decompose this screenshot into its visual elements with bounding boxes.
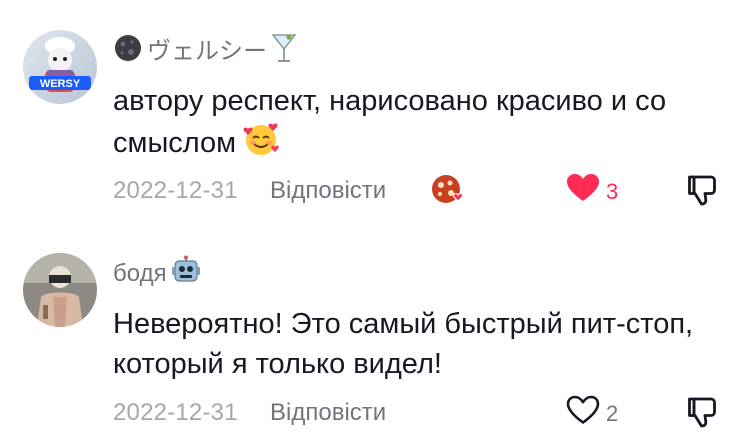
comment-item: бодя Невероятно! Это самый быстрый пит-с… — [0, 220, 750, 441]
like-button[interactable]: 3 — [566, 173, 618, 210]
cocktail-icon — [271, 32, 297, 72]
comment-item: WERSY ヴェルシー автору респект, нарисовано к… — [0, 0, 750, 220]
smiling-face-with-hearts-icon — [242, 121, 280, 168]
heart-outline-icon — [566, 395, 600, 432]
thumbs-down-icon — [685, 175, 719, 213]
like-count: 3 — [606, 178, 619, 204]
dislike-button[interactable] — [685, 173, 719, 214]
comment-text-content: автору респект, нарисовано красиво и со … — [113, 85, 667, 160]
dislike-button[interactable] — [685, 395, 719, 436]
reply-button[interactable]: Відповісти — [270, 177, 386, 205]
comment-date: 2022-12-31 — [113, 177, 238, 204]
thumbs-down-icon — [685, 397, 719, 435]
comment-text: автору респект, нарисовано красиво и со … — [113, 81, 723, 168]
comment-meta: 2022-12-31 Відповісти 3 — [113, 173, 750, 207]
username[interactable]: ヴェルシー — [113, 32, 297, 72]
avatar[interactable] — [23, 253, 97, 327]
comment-text: Невероятно! Это самый быстрый пит-стоп, … — [113, 308, 694, 380]
username-text: бодя — [113, 260, 167, 287]
like-count: 2 — [606, 400, 619, 426]
avatar-badge-text: WERSY — [40, 78, 81, 90]
comment-date: 2022-12-31 — [113, 399, 238, 426]
avatar[interactable]: WERSY — [23, 30, 97, 104]
username-text: ヴェルシー — [147, 38, 267, 65]
comment-meta: 2022-12-31 Відповісти 2 — [113, 395, 750, 429]
reply-button[interactable]: Відповісти — [270, 399, 386, 427]
username[interactable]: бодя — [113, 255, 201, 293]
avatar-image: WERSY — [23, 30, 97, 104]
username-prefix-emoji-icon — [113, 33, 143, 71]
avatar-image — [23, 253, 97, 327]
heart-filled-icon — [566, 173, 600, 210]
like-button[interactable]: 2 — [566, 395, 618, 432]
robot-face-icon — [171, 255, 201, 293]
creator-liked-avatar-icon — [429, 173, 469, 216]
